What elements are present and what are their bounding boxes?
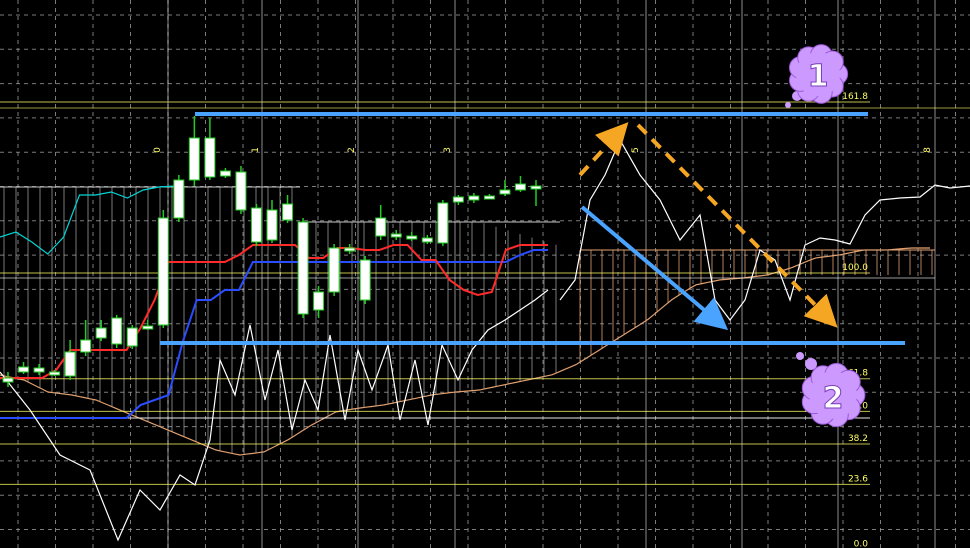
- candle-body: [437, 202, 449, 244]
- fib-label: 161.8: [842, 92, 868, 102]
- candle-body: [111, 317, 123, 345]
- candle-body: [313, 291, 325, 311]
- candle-body: [188, 137, 200, 181]
- fib-label: 0.0: [854, 540, 869, 548]
- candle-body: [514, 183, 526, 191]
- candle-body: [250, 207, 262, 243]
- fib-label: 23.6: [848, 474, 868, 484]
- wave-label: 2: [347, 147, 357, 153]
- candle-body: [406, 235, 418, 240]
- candle-body: [452, 196, 464, 203]
- candle-body: [33, 367, 45, 373]
- candle-body: [49, 371, 61, 376]
- candle-body: [390, 233, 402, 238]
- candle-body: [266, 209, 278, 241]
- wave-label: 0: [153, 147, 163, 153]
- candle-body: [499, 189, 511, 195]
- candle-body: [219, 170, 231, 177]
- fib-label: 38.2: [848, 434, 868, 444]
- candle-body: [328, 247, 340, 293]
- wave-label: 3: [443, 147, 453, 153]
- candle-body: [142, 325, 154, 330]
- candle-body: [297, 221, 309, 315]
- price-projection-line: [559, 138, 970, 321]
- indicator-lines: [0, 138, 970, 542]
- candle-body: [375, 217, 387, 237]
- candle-body: [483, 195, 495, 200]
- candle-body: [468, 195, 480, 201]
- candle-body: [126, 327, 138, 347]
- candle-body: [95, 327, 107, 339]
- orange-up-arrow: [578, 122, 629, 177]
- wave-label: 8: [923, 147, 933, 153]
- candle-body: [18, 366, 30, 373]
- candle-body: [80, 339, 92, 353]
- orange-down-arrow: [636, 123, 838, 328]
- senkou-b-line: [0, 247, 930, 456]
- candle-body: [204, 137, 216, 178]
- bubble-2-label: 2: [823, 381, 844, 416]
- wave-label: 1: [251, 147, 261, 153]
- wave-label: 5: [631, 147, 641, 153]
- candle-body: [530, 185, 542, 190]
- fib-label: 100.0: [842, 263, 868, 273]
- candle-body: [64, 351, 76, 377]
- candle-body: [359, 259, 371, 301]
- candle-body: [344, 247, 356, 252]
- candle-body: [173, 179, 185, 219]
- candle-body: [421, 237, 433, 243]
- annotation-bubble-2: 2: [796, 352, 866, 428]
- bubble-1-label: 1: [808, 59, 829, 94]
- candle-body: [282, 203, 294, 221]
- candle-body: [157, 217, 169, 326]
- ichimoku-chart: 161.8100.061.850.038.223.60.0 012358 1 2: [0, 0, 970, 548]
- chikou-span: [0, 289, 549, 542]
- candle-body: [235, 171, 247, 211]
- candle-body: [2, 377, 14, 383]
